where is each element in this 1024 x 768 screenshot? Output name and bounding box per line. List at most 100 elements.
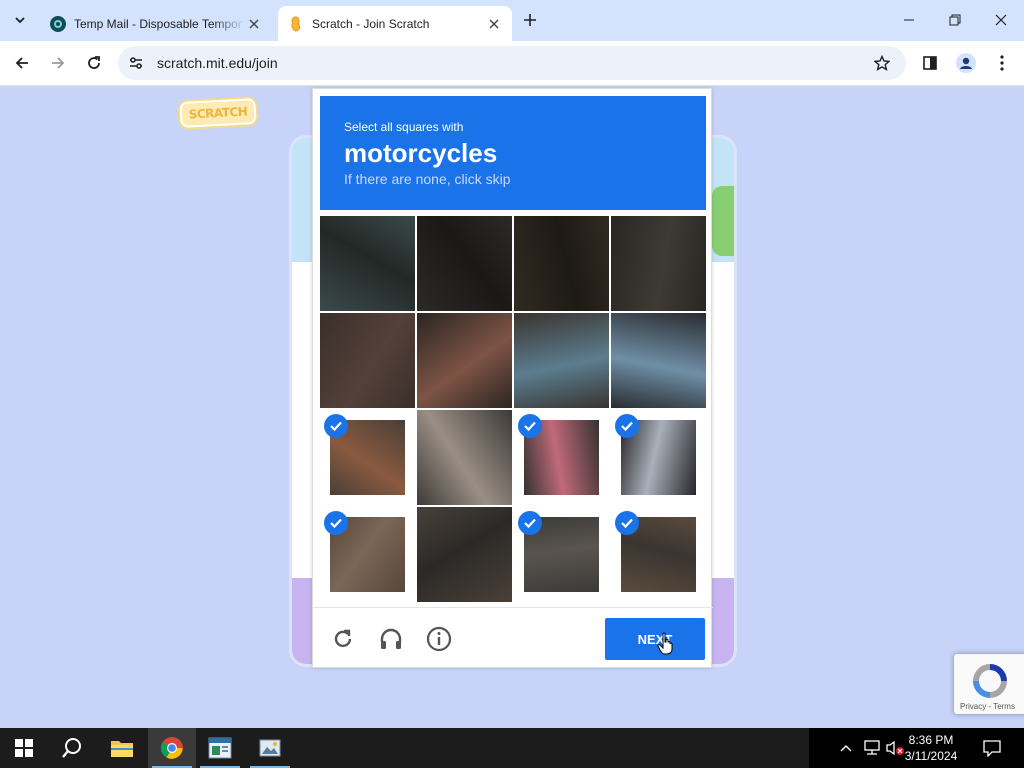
- app-window-icon: [208, 737, 232, 759]
- system-tray: 8:36 PM 3/11/2024: [809, 728, 1024, 768]
- chevron-up-icon: [840, 745, 852, 752]
- reload-button[interactable]: [79, 48, 109, 78]
- windows-logo-icon: [15, 739, 33, 757]
- more-vertical-icon: [1000, 55, 1004, 71]
- close-icon: [995, 14, 1007, 26]
- network-icon: [864, 740, 880, 755]
- captcha-tile-image: [514, 313, 609, 408]
- bookmark-button[interactable]: [872, 53, 892, 73]
- site-info-button[interactable]: [124, 51, 148, 75]
- new-tab-button[interactable]: [519, 9, 541, 31]
- challenge-hint-text: If there are none, click skip: [344, 171, 511, 187]
- captcha-tile[interactable]: [611, 313, 706, 408]
- captcha-tile-image: [417, 313, 512, 408]
- captcha-tile[interactable]: [611, 410, 706, 505]
- tab-title: Temp Mail - Disposable Tempor: [74, 16, 242, 31]
- address-bar[interactable]: scratch.mit.edu/join: [118, 46, 906, 80]
- tab-search-button[interactable]: [8, 8, 32, 32]
- next-button[interactable]: NEXT: [605, 618, 705, 660]
- info-icon: [426, 626, 452, 652]
- captcha-tile[interactable]: [611, 507, 706, 602]
- recaptcha-badge[interactable]: Privacy - Terms: [954, 654, 1024, 714]
- captcha-tile[interactable]: [320, 410, 415, 505]
- captcha-tile[interactable]: [417, 216, 512, 311]
- app-taskbar-button-2[interactable]: [246, 728, 294, 768]
- privacy-terms-link[interactable]: Privacy - Terms: [960, 702, 1015, 711]
- captcha-tile[interactable]: [320, 507, 415, 602]
- web-page: SCRATCH Select all squares with motorcyc…: [0, 86, 1024, 728]
- captcha-tile[interactable]: [514, 410, 609, 505]
- tab-temp-mail[interactable]: Temp Mail - Disposable Tempor: [40, 6, 272, 41]
- captcha-tile[interactable]: [417, 313, 512, 408]
- tab-title: Scratch - Join Scratch: [312, 16, 430, 31]
- scratch-favicon-icon: [288, 15, 304, 32]
- arrow-right-icon: [52, 57, 65, 69]
- challenge-image-grid: [320, 216, 706, 602]
- reload-icon: [334, 629, 352, 648]
- close-tab-icon[interactable]: [246, 16, 262, 32]
- close-tab-icon[interactable]: [486, 16, 502, 32]
- captcha-tile[interactable]: [514, 216, 609, 311]
- temp-mail-favicon-icon: [50, 15, 66, 32]
- browser-toolbar: scratch.mit.edu/join: [0, 41, 1024, 86]
- captcha-tile-image: [417, 507, 512, 602]
- windows-taskbar: 8:36 PM 3/11/2024: [0, 728, 1024, 768]
- captcha-tile-image: [611, 216, 706, 311]
- show-hidden-icons-button[interactable]: [839, 738, 853, 758]
- url-text[interactable]: scratch.mit.edu/join: [157, 55, 278, 71]
- start-button[interactable]: [0, 728, 48, 768]
- restore-icon: [949, 14, 961, 26]
- notification-center-button[interactable]: [982, 738, 1002, 758]
- captcha-tile-image: [320, 313, 415, 408]
- app-image-icon: [259, 739, 281, 757]
- app-taskbar-button[interactable]: [196, 728, 244, 768]
- folder-icon: [111, 741, 133, 757]
- checkmark-icon: [324, 414, 348, 438]
- side-panel-icon: [923, 56, 937, 70]
- chevron-down-icon: [15, 17, 25, 24]
- challenge-lead-text: Select all squares with: [344, 120, 464, 134]
- arrow-left-icon: [15, 57, 28, 69]
- challenge-target-text: motorcycles: [344, 138, 498, 168]
- captcha-tile[interactable]: [514, 313, 609, 408]
- captcha-tile[interactable]: [514, 507, 609, 602]
- reload-icon: [88, 56, 100, 69]
- captcha-tile[interactable]: [611, 216, 706, 311]
- reload-challenge-button[interactable]: [329, 625, 357, 653]
- tune-icon: [130, 57, 142, 69]
- tab-scratch-join[interactable]: Scratch - Join Scratch: [278, 6, 512, 41]
- headphones-icon: [380, 628, 402, 649]
- checkmark-icon: [324, 511, 348, 535]
- captcha-tile[interactable]: [320, 313, 415, 408]
- clock-time: 8:36 PM: [908, 733, 954, 747]
- chrome-taskbar-button[interactable]: [148, 728, 196, 768]
- forward-button[interactable]: [43, 48, 73, 78]
- back-button[interactable]: [7, 48, 37, 78]
- captcha-tile[interactable]: [417, 410, 512, 505]
- minimize-button[interactable]: [886, 5, 932, 35]
- checkmark-icon: [518, 414, 542, 438]
- info-button[interactable]: [425, 625, 453, 653]
- clock-date: 3/11/2024: [904, 749, 958, 763]
- modal-illustration-bush: [712, 186, 734, 256]
- network-button[interactable]: [863, 738, 881, 758]
- captcha-tile[interactable]: [320, 216, 415, 311]
- taskbar-search-button[interactable]: [48, 728, 96, 768]
- side-panel-button[interactable]: [915, 48, 945, 78]
- star-icon: [874, 55, 890, 71]
- restore-button[interactable]: [932, 5, 978, 35]
- plus-icon: [524, 14, 536, 26]
- captcha-tile-image: [417, 216, 512, 311]
- taskbar-clock[interactable]: 8:36 PM 3/11/2024: [896, 732, 966, 764]
- captcha-tile-image: [417, 410, 512, 505]
- checkmark-icon: [615, 414, 639, 438]
- captcha-tile-image: [514, 216, 609, 311]
- close-window-button[interactable]: [978, 5, 1024, 35]
- scratch-logo[interactable]: SCRATCH: [179, 98, 257, 128]
- file-explorer-button[interactable]: [98, 728, 146, 768]
- audio-challenge-button[interactable]: [377, 625, 405, 653]
- profile-button[interactable]: [951, 48, 981, 78]
- search-icon: [62, 738, 81, 758]
- captcha-tile[interactable]: [417, 507, 512, 602]
- menu-button[interactable]: [987, 48, 1017, 78]
